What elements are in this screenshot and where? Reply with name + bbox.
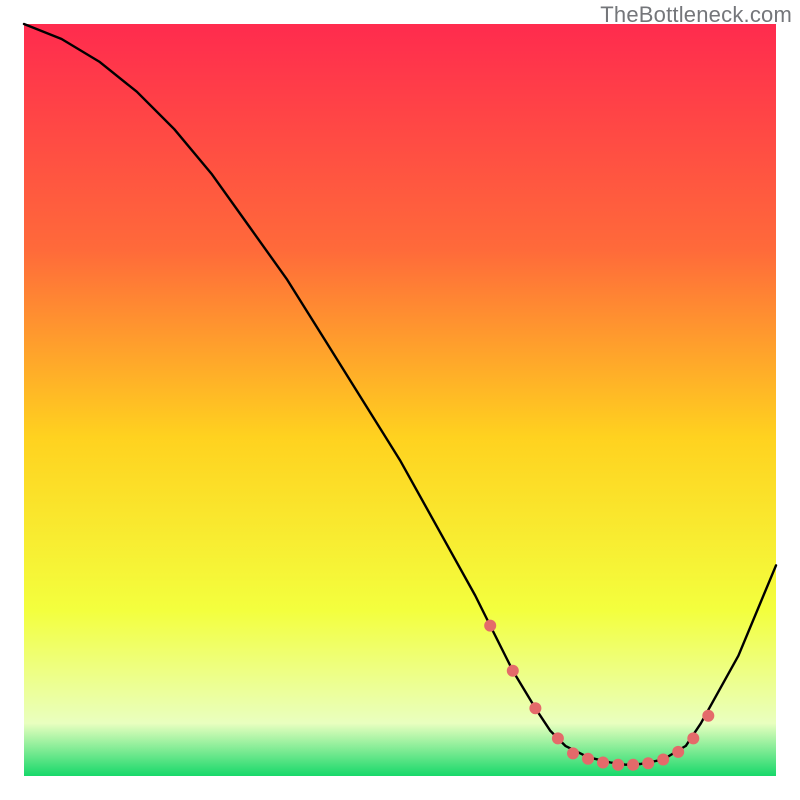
bottleneck-chart <box>0 0 800 800</box>
dot <box>672 746 684 758</box>
dot <box>567 747 579 759</box>
dot <box>507 665 519 677</box>
dot <box>642 757 654 769</box>
watermark-text: TheBottleneck.com <box>600 2 792 28</box>
dot <box>612 759 624 771</box>
dot <box>484 620 496 632</box>
dot <box>597 757 609 769</box>
dot <box>702 710 714 722</box>
dot <box>627 759 639 771</box>
gradient-background <box>24 24 776 776</box>
dot <box>552 732 564 744</box>
dot <box>687 732 699 744</box>
dot <box>529 702 541 714</box>
dot <box>582 753 594 765</box>
dot <box>657 754 669 766</box>
